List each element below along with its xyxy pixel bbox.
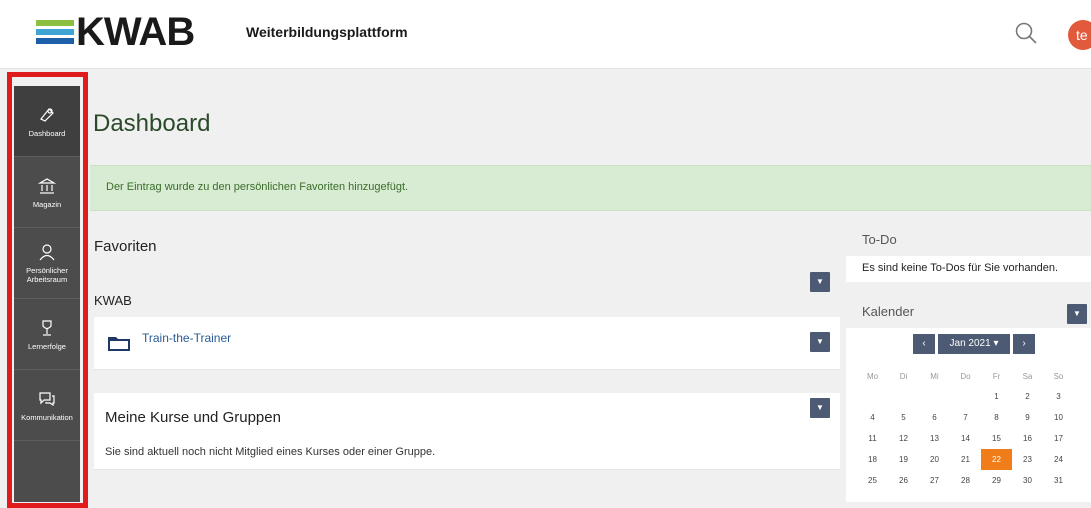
favorites-title: Favoriten xyxy=(94,238,157,255)
top-header: KWAB Weiterbildungsplattform te xyxy=(0,0,1091,69)
calendar-day[interactable]: 4 xyxy=(857,407,888,428)
weekday-label: Sa xyxy=(1022,371,1033,381)
sidebar-item-label: Lernerfolge xyxy=(28,341,66,351)
calendar-day[interactable]: 30 xyxy=(1012,470,1043,491)
calendar-day[interactable]: 5 xyxy=(888,407,919,428)
calendar-day[interactable]: 16 xyxy=(1012,428,1043,449)
calendar-title: Kalender xyxy=(862,304,915,319)
logo-text: KWAB xyxy=(76,10,195,54)
user-avatar[interactable]: te xyxy=(1068,20,1091,50)
calendar-day[interactable]: 25 xyxy=(857,470,888,491)
courses-dropdown-button[interactable]: ▼ xyxy=(810,398,830,418)
dashboard-icon xyxy=(40,107,54,122)
calendar-month-select[interactable]: Jan 2021 ▾ xyxy=(938,334,1010,354)
sidebar-item-arbeitsraum[interactable]: Persönlicher Arbeitsraum xyxy=(14,228,80,299)
calendar-day[interactable]: 31 xyxy=(1043,470,1074,491)
calendar-week-row: 123 xyxy=(857,386,1074,407)
bank-icon xyxy=(37,177,57,194)
folder-icon xyxy=(108,337,130,351)
calendar-empty-cell xyxy=(950,386,981,407)
sidebar-item-label: Persönlicher Arbeitsraum xyxy=(26,266,68,284)
calendar-week-row: 18 19 20 21 22 23 24 xyxy=(857,449,1074,470)
calendar-day[interactable]: 18 xyxy=(857,449,888,470)
calendar-day[interactable]: 14 xyxy=(950,428,981,449)
favorite-link-train-the-trainer[interactable]: Train-the-Trainer xyxy=(142,331,231,345)
calendar-day[interactable]: 1 xyxy=(981,386,1012,407)
list-item: Train-the-Trainer xyxy=(94,317,840,370)
favorites-group-label: KWAB xyxy=(94,293,132,308)
kwab-logo[interactable]: KWAB xyxy=(36,10,195,54)
calendar-day[interactable]: 29 xyxy=(981,470,1012,491)
search-icon[interactable] xyxy=(1013,20,1039,46)
page-title: Dashboard xyxy=(93,110,211,137)
calendar-day[interactable]: 22 xyxy=(981,449,1012,470)
logo-bars-icon xyxy=(36,20,74,44)
chat-icon xyxy=(39,391,55,406)
calendar-day[interactable]: 15 xyxy=(981,428,1012,449)
trophy-icon xyxy=(42,319,52,336)
main-sidebar: Dashboard Magazin Persönlicher Arbeitsra… xyxy=(14,86,80,502)
sidebar-item-label: Dashboard xyxy=(28,128,66,138)
calendar-day[interactable]: 27 xyxy=(919,470,950,491)
courses-panel: Meine Kurse und Gruppen Sie sind aktuell… xyxy=(94,393,840,470)
calendar-day[interactable]: 10 xyxy=(1043,407,1074,428)
weekday-label: Mo xyxy=(866,371,879,381)
calendar-day[interactable]: 12 xyxy=(888,428,919,449)
calendar-day[interactable]: 23 xyxy=(1012,449,1043,470)
person-icon xyxy=(39,244,55,261)
favorites-dropdown-button[interactable]: ▼ xyxy=(810,272,830,292)
calendar-week-row: 25 26 27 28 29 30 31 xyxy=(857,470,1074,491)
calendar-day[interactable]: 17 xyxy=(1043,428,1074,449)
todo-empty-text: Es sind keine To-Dos für Sie vorhanden. xyxy=(862,262,1059,274)
platform-name: Weiterbildungsplattform xyxy=(246,24,408,40)
sidebar-item-magazin[interactable]: Magazin xyxy=(14,157,80,228)
sidebar-item-dashboard[interactable]: Dashboard xyxy=(14,86,80,157)
calendar-next-button[interactable]: › xyxy=(1013,334,1035,354)
calendar-day[interactable]: 28 xyxy=(950,470,981,491)
calendar-day[interactable]: 26 xyxy=(888,470,919,491)
todo-panel: Es sind keine To-Dos für Sie vorhanden. xyxy=(846,256,1091,282)
weekday-label: Mi xyxy=(930,371,939,381)
calendar-day[interactable]: 11 xyxy=(857,428,888,449)
sidebar-item-label: Magazin xyxy=(32,199,62,209)
calendar-empty-cell xyxy=(919,386,950,407)
courses-empty-text: Sie sind aktuell noch nicht Mitglied ein… xyxy=(105,446,436,458)
calendar-empty-cell xyxy=(857,386,888,407)
calendar-dropdown-button[interactable]: ▼ xyxy=(1067,304,1087,324)
alert-text: Der Eintrag wurde zu den persönlichen Fa… xyxy=(106,181,409,193)
weekday-label: Di xyxy=(899,371,908,381)
calendar-day[interactable]: 7 xyxy=(950,407,981,428)
calendar-weekday-row: Mo Di Mi Do Fr Sa So xyxy=(857,366,1074,386)
calendar-day[interactable]: 20 xyxy=(919,449,950,470)
calendar-day[interactable]: 13 xyxy=(919,428,950,449)
calendar-prev-button[interactable]: ‹ xyxy=(913,334,935,354)
calendar-day[interactable]: 6 xyxy=(919,407,950,428)
favorite-item-dropdown-button[interactable]: ▼ xyxy=(810,332,830,352)
calendar-week-row: 11 12 13 14 15 16 17 xyxy=(857,428,1074,449)
calendar-grid: Mo Di Mi Do Fr Sa So 1 2 3 4 5 6 7 8 9 10 11 12 13 14… xyxy=(857,366,1074,491)
calendar-week-row: 4 5 6 7 8 9 10 xyxy=(857,407,1074,428)
weekday-label: Do xyxy=(960,371,971,381)
calendar-day[interactable]: 3 xyxy=(1043,386,1074,407)
calendar-day[interactable]: 21 xyxy=(950,449,981,470)
sidebar-item-lernerfolge[interactable]: Lernerfolge xyxy=(14,299,80,370)
calendar-day[interactable]: 8 xyxy=(981,407,1012,428)
calendar-day[interactable]: 24 xyxy=(1043,449,1074,470)
success-alert: Der Eintrag wurde zu den persönlichen Fa… xyxy=(90,165,1091,211)
calendar-day[interactable]: 2 xyxy=(1012,386,1043,407)
calendar-day[interactable]: 9 xyxy=(1012,407,1043,428)
weekday-label: So xyxy=(1053,371,1064,381)
calendar-day[interactable]: 19 xyxy=(888,449,919,470)
sidebar-item-label: Kommunikation xyxy=(21,412,73,422)
todo-title: To-Do xyxy=(862,232,897,247)
weekday-label: Fr xyxy=(992,371,1001,381)
sidebar-item-kommunikation[interactable]: Kommunikation xyxy=(14,370,80,441)
courses-title: Meine Kurse und Gruppen xyxy=(105,409,281,426)
calendar-empty-cell xyxy=(888,386,919,407)
